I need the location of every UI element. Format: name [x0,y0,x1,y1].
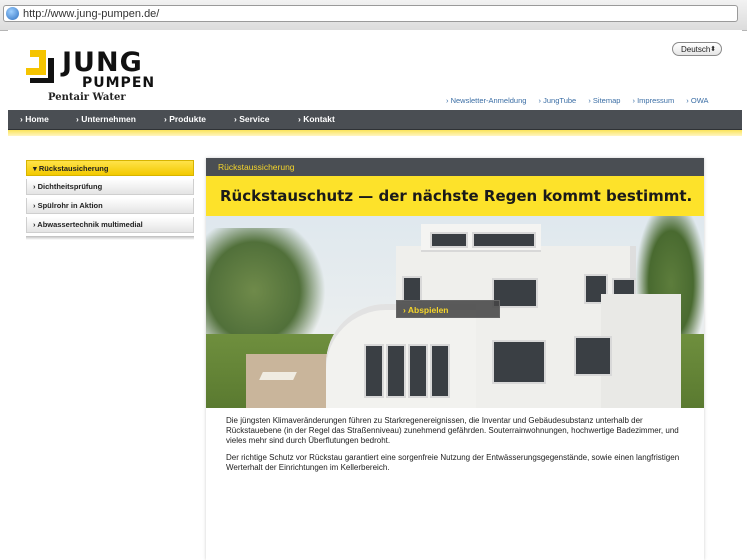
jung-pumpen-logo[interactable]: JUNG PUMPEN Pentair Water [26,46,186,110]
nav-produkte[interactable]: › Produkte [164,110,206,129]
paragraph: Die jüngsten Klimaveränderungen führen z… [226,416,679,445]
nav-service[interactable]: › Service [234,110,269,129]
language-selected: Deutsch [681,45,711,54]
select-arrows-icon: ⬍ [710,46,716,53]
link-owa[interactable]: › OWA [686,96,708,105]
logo-tagline: Pentair Water [48,92,126,103]
link-newsletter[interactable]: › Newsletter-Anmeldung [446,96,526,105]
sidebar-item-rueckstausicherung[interactable]: ▾ Rückstausicherung [26,160,194,176]
decorative-band [8,130,742,136]
globe-icon [6,7,19,20]
sidebar-item-spuelrohr[interactable]: › Spülrohr in Aktion [26,198,194,214]
main-nav: › Home › Unternehmen › Produkte › Servic… [8,110,742,130]
window [574,336,612,376]
link-impressum[interactable]: › Impressum [633,96,675,105]
sun-lounger [259,372,297,380]
play-video-button[interactable]: › Abspielen [396,300,500,318]
sidebar-item-dichtheitspruefung[interactable]: › Dichtheitsprüfung [26,179,194,195]
link-jungtube[interactable]: › JungTube [539,96,577,105]
window [408,344,428,398]
logo-text-jung: JUNG [62,47,143,78]
section-title: Rückstaussicherung [206,158,704,176]
link-sitemap[interactable]: › Sitemap [588,96,620,105]
top-links: › Newsletter-Anmeldung › JungTube › Site… [446,96,709,105]
window [472,232,536,248]
page-headline: Rückstauschutz — der nächste Regen kommt… [206,176,704,216]
window [430,232,468,248]
sidebar-item-abwassertechnik[interactable]: › Abwassertechnik multimedial [26,217,194,233]
window [386,344,406,398]
address-text: http://www.jung-pumpen.de/ [23,8,160,20]
nav-home[interactable]: › Home [20,110,49,129]
window [430,344,450,398]
main-content: Rückstaussicherung Rückstauschutz — der … [206,158,704,560]
address-bar[interactable]: http://www.jung-pumpen.de/ [3,5,738,22]
paragraph: Der richtige Schutz vor Rückstau garanti… [226,453,680,472]
window [492,340,546,384]
window [364,344,384,398]
browser-toolbar: http://www.jung-pumpen.de/ [0,0,747,31]
nav-kontakt[interactable]: › Kontakt [298,110,335,129]
logo-text-pumpen: PUMPEN [82,75,156,91]
nav-unternehmen[interactable]: › Unternehmen [76,110,136,129]
web-page: JUNG PUMPEN Pentair Water Deutsch ⬍ › Ne… [8,30,742,560]
language-select[interactable]: Deutsch ⬍ [672,42,722,56]
house-side-wing [601,294,681,408]
sidebar-shadow [26,236,194,240]
jung-logo-icon [26,50,54,83]
house-illustration: › Abspielen [206,216,704,408]
window [402,276,422,302]
sidebar: ▾ Rückstausicherung › Dichtheitsprüfung … [26,160,194,240]
content-text: Die jüngsten Klimaveränderungen führen z… [226,416,686,480]
